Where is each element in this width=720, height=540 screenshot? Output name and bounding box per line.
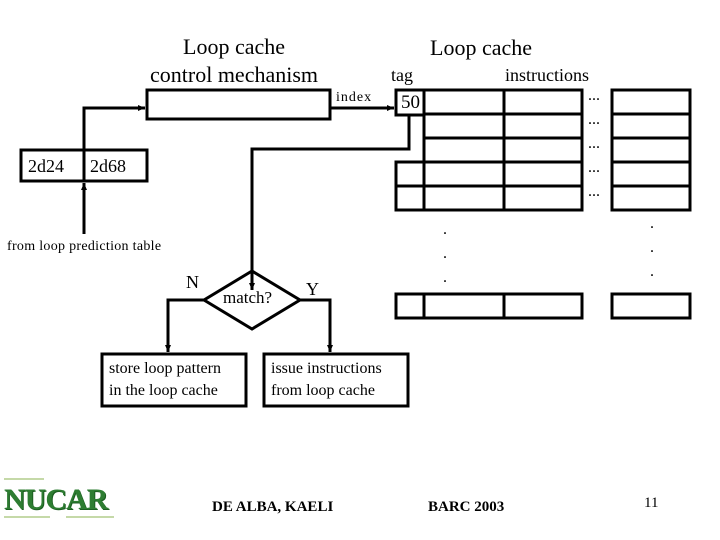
tag-value: 50: [401, 92, 420, 113]
index-label: index: [336, 90, 373, 105]
tag-compare-line: [249, 115, 411, 290]
footer-authors: DE ALBA, KAELI: [212, 499, 334, 515]
no-label: N: [186, 272, 199, 292]
control-mechanism-box: [145, 88, 332, 121]
yes-label: Y: [306, 279, 319, 299]
vertical-dot: .: [650, 239, 654, 256]
row-ellipsis: ...: [588, 87, 600, 104]
no-branch-arrow: [165, 298, 204, 352]
row-ellipsis: ...: [588, 135, 600, 152]
store-line1: store loop pattern: [109, 360, 221, 377]
logo-decoration: [4, 478, 44, 480]
vertical-dot: .: [650, 263, 654, 280]
control-title-line1: Loop cache: [183, 34, 285, 59]
control-title-line2: control mechanism: [150, 62, 319, 87]
cache-table: [394, 88, 692, 320]
row-ellipsis: ...: [588, 111, 600, 128]
tag-header: tag: [391, 65, 413, 85]
vertical-dot: .: [443, 245, 447, 262]
instructions-header: instructions: [505, 65, 589, 85]
arrow-to-control: [82, 105, 145, 150]
page-number: 11: [644, 495, 659, 511]
decision-label: match?: [223, 288, 273, 307]
branch-address: 2d24: [28, 156, 64, 176]
target-address: 2d68: [90, 156, 126, 176]
vertical-dot: .: [443, 221, 447, 238]
store-line2: in the loop cache: [109, 382, 218, 399]
nucar-logo: NUCAR: [4, 483, 108, 516]
source-label: from loop prediction table: [7, 239, 162, 254]
issue-line1: issue instructions: [271, 360, 382, 377]
row-ellipsis: ...: [588, 159, 600, 176]
vertical-dot: .: [650, 215, 654, 232]
diagram-lines: [19, 88, 692, 408]
yes-branch-arrow: [300, 298, 333, 352]
row-ellipsis: ...: [588, 183, 600, 200]
issue-line2: from loop cache: [271, 382, 375, 399]
slide: Loop cache control mechanism Loop cache …: [0, 0, 720, 540]
vertical-dot: .: [443, 269, 447, 286]
cache-title: Loop cache: [430, 35, 532, 60]
footer-venue: BARC 2003: [428, 499, 505, 515]
